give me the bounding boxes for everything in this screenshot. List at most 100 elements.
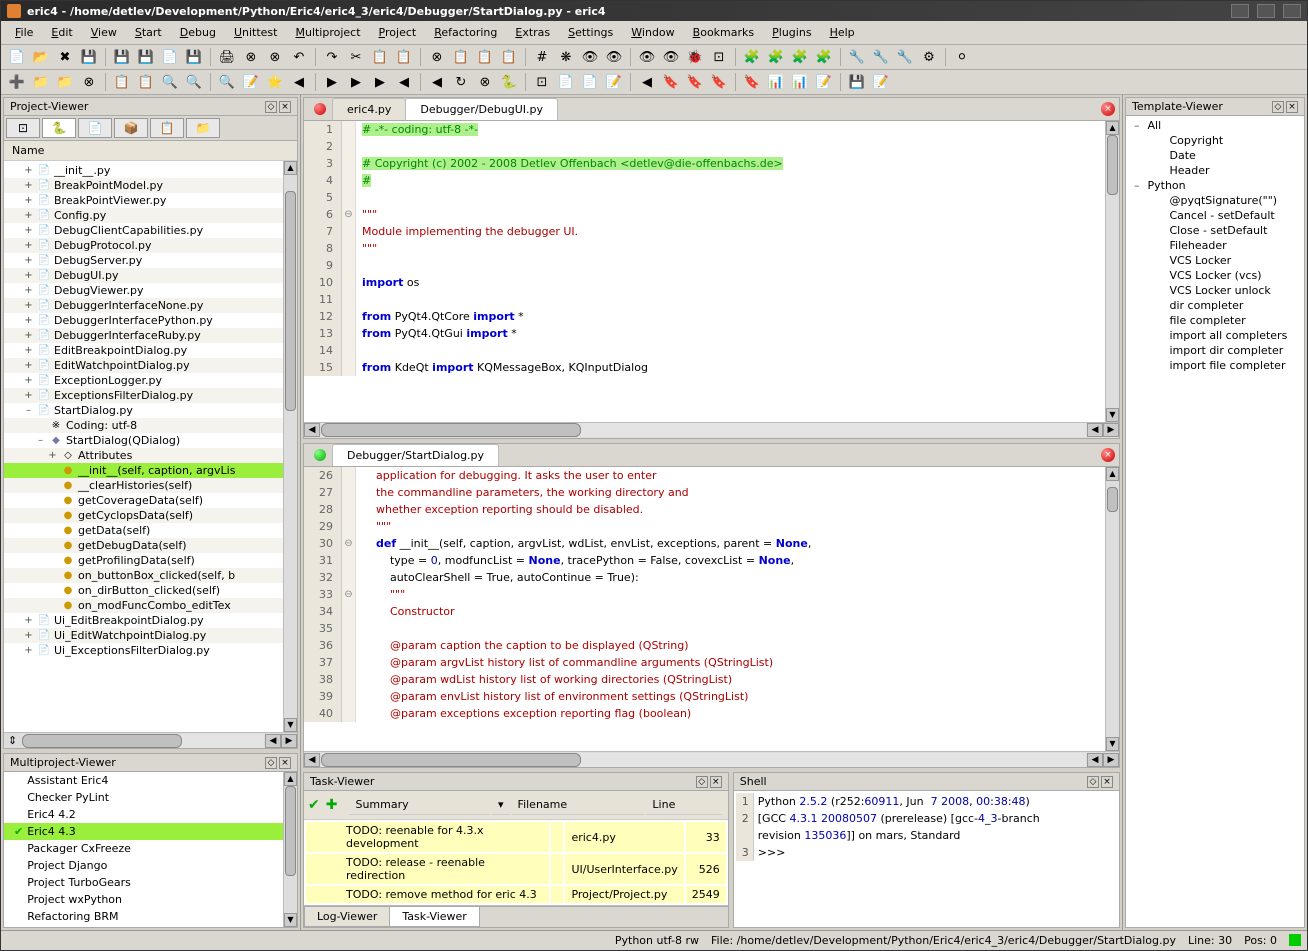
multiproject-item[interactable]: ✔Checker PyLint [4, 789, 283, 806]
toolbar-button[interactable]: ◀ [394, 72, 414, 92]
toolbar-button[interactable]: 🐞 [685, 47, 705, 67]
toolbar-button[interactable]: ⊗ [79, 72, 99, 92]
tree-item[interactable]: +📄BreakPointViewer.py [4, 193, 283, 208]
tree-item[interactable]: ●getData(self) [4, 523, 283, 538]
toolbar-button[interactable]: 📋 [136, 72, 156, 92]
toolbar-button[interactable]: 🧩 [742, 47, 762, 67]
toolbar-button[interactable]: 🔧 [847, 47, 867, 67]
tree-item[interactable]: –📄StartDialog.py [4, 403, 283, 418]
toolbar-button[interactable]: 🔧 [895, 47, 915, 67]
project-tree[interactable]: +📄__init__.py+📄BreakPointModel.py+📄Break… [4, 161, 283, 732]
toolbar-button[interactable]: 📋 [475, 47, 495, 67]
toolbar-button[interactable]: 🔖 [709, 72, 729, 92]
tree-item[interactable]: +📄DebugProtocol.py [4, 238, 283, 253]
panel-close-icon[interactable]: × [1286, 101, 1298, 113]
toolbar-button[interactable]: ⭐ [265, 72, 285, 92]
toolbar-button[interactable]: 📋 [451, 47, 471, 67]
menu-bookmarks[interactable]: Bookmarks [685, 23, 762, 42]
template-item[interactable]: file completer [1128, 313, 1302, 328]
toolbar-button[interactable]: 🔖 [742, 72, 762, 92]
toolbar-button[interactable]: 🧩 [790, 47, 810, 67]
task-row[interactable]: TODO: reenable for 4.3.x developmenteric… [306, 822, 726, 852]
multiproject-item[interactable]: ✔Eric4 4.3 [4, 823, 283, 840]
toolbar-button[interactable]: 📄 [580, 72, 600, 92]
pv-tab-sources[interactable]: 🐍 [42, 118, 76, 138]
toolbar-button[interactable]: 💾 [79, 47, 99, 67]
toolbar-button[interactable]: ↻ [451, 72, 471, 92]
editor-tab[interactable]: Debugger/DebugUI.py [405, 98, 558, 120]
toolbar-button[interactable]: 💾 [847, 72, 867, 92]
toolbar-button[interactable]: ⊗ [475, 72, 495, 92]
toolbar-button[interactable]: 📝 [604, 72, 624, 92]
toolbar-button[interactable]: 👁 [580, 47, 600, 67]
toolbar-button[interactable]: ⊗ [265, 47, 285, 67]
editor-tab[interactable]: Debugger/StartDialog.py [332, 444, 499, 466]
menu-unittest[interactable]: Unittest [226, 23, 286, 42]
tree-item[interactable]: +📄ExceptionsFilterDialog.py [4, 388, 283, 403]
toolbar-button[interactable]: 📋 [394, 47, 414, 67]
toolbar-button[interactable]: 📁 [55, 72, 75, 92]
tree-item[interactable]: –◆StartDialog(QDialog) [4, 433, 283, 448]
menu-help[interactable]: Help [822, 23, 863, 42]
multiproject-item[interactable]: ✔Project TurboGears [4, 874, 283, 891]
menu-edit[interactable]: Edit [43, 23, 80, 42]
plus-icon[interactable]: ✚ [326, 797, 338, 813]
tree-item[interactable]: ●__clearHistories(self) [4, 478, 283, 493]
col-filename[interactable]: Filename [512, 795, 645, 815]
toolbar-button[interactable]: ⊗ [241, 47, 261, 67]
tree-item[interactable]: +📄EditWatchpointDialog.py [4, 358, 283, 373]
template-item[interactable]: VCS Locker unlock [1128, 283, 1302, 298]
toolbar-button[interactable]: ▶ [370, 72, 390, 92]
multiproject-list[interactable]: ✔Assistant Eric4✔Checker PyLint✔Eric4 4.… [4, 772, 283, 927]
shell-output[interactable]: 1Python 2.5.2 (r252:60911, Jun 7 2008, 0… [734, 791, 1119, 927]
editor2-vscroll[interactable]: ▲ ▼ [1105, 467, 1119, 751]
tree-item[interactable]: +📄EditBreakpointDialog.py [4, 343, 283, 358]
panel-menu-icon[interactable]: ◇ [1087, 776, 1099, 788]
toolbar-button[interactable]: 👁 [604, 47, 624, 67]
toolbar-button[interactable]: ↶ [289, 47, 309, 67]
toolbar-button[interactable]: ▶ [346, 72, 366, 92]
tree-item[interactable]: +📄DebuggerInterfaceRuby.py [4, 328, 283, 343]
panel-menu-icon[interactable]: ◇ [696, 776, 708, 788]
minimize-button[interactable] [1231, 4, 1249, 18]
editor2-hscroll[interactable]: ◀ ◀▶ [304, 751, 1119, 767]
tree-item[interactable]: +📄DebuggerInterfacePython.py [4, 313, 283, 328]
task-hscroll[interactable]: ◀ ◀▶ [304, 905, 728, 906]
menu-extras[interactable]: Extras [507, 23, 558, 42]
toolbar-button[interactable]: ✂ [346, 47, 366, 67]
multiproject-item[interactable]: ✔Eric4 4.2 [4, 806, 283, 823]
tree-item[interactable]: +📄DebugServer.py [4, 253, 283, 268]
menu-refactoring[interactable]: Refactoring [426, 23, 505, 42]
tab-task-viewer[interactable]: Task-Viewer [389, 907, 479, 927]
tree-item[interactable]: ●getCyclopsData(self) [4, 508, 283, 523]
tree-item[interactable]: ●on_modFuncCombo_editTex [4, 598, 283, 613]
toolbar-button[interactable]: 🔖 [685, 72, 705, 92]
toolbar-button[interactable]: ▶ [322, 72, 342, 92]
template-item[interactable]: Close - setDefault [1128, 223, 1302, 238]
template-item[interactable]: Date [1128, 148, 1302, 163]
toolbar-button[interactable]: 📊 [766, 72, 786, 92]
toolbar-button[interactable]: 📊 [790, 72, 810, 92]
multiproject-item[interactable]: ✔Assistant Eric4 [4, 772, 283, 789]
toolbar-button[interactable]: 📋 [112, 72, 132, 92]
toolbar-button[interactable]: 📄 [556, 72, 576, 92]
toolbar-button[interactable]: 📝 [814, 72, 834, 92]
tree-item[interactable]: ●on_dirButton_clicked(self) [4, 583, 283, 598]
tree-item[interactable]: +📄Config.py [4, 208, 283, 223]
multiproject-item[interactable]: ✔Project Django [4, 857, 283, 874]
menu-view[interactable]: View [83, 23, 125, 42]
toolbar-button[interactable]: 🧩 [766, 47, 786, 67]
editor-close-icon[interactable]: × [1101, 448, 1115, 462]
toolbar-button[interactable]: 🧩 [814, 47, 834, 67]
toolbar-button[interactable]: 🔍 [160, 72, 180, 92]
toolbar-button[interactable]: ⊡ [709, 47, 729, 67]
tree-item[interactable]: +📄DebugUI.py [4, 268, 283, 283]
template-tree[interactable]: – All Copyright Date Header– Python @pyq… [1126, 116, 1304, 927]
menu-start[interactable]: Start [127, 23, 170, 42]
toolbar-button[interactable]: ↷ [322, 47, 342, 67]
toolbar-button[interactable]: 📄 [7, 47, 27, 67]
toolbar-button[interactable]: 💾 [136, 47, 156, 67]
template-item[interactable]: VCS Locker (vcs) [1128, 268, 1302, 283]
template-item[interactable]: – Python [1128, 178, 1302, 193]
toolbar-button[interactable]: ⚪ [952, 47, 972, 67]
